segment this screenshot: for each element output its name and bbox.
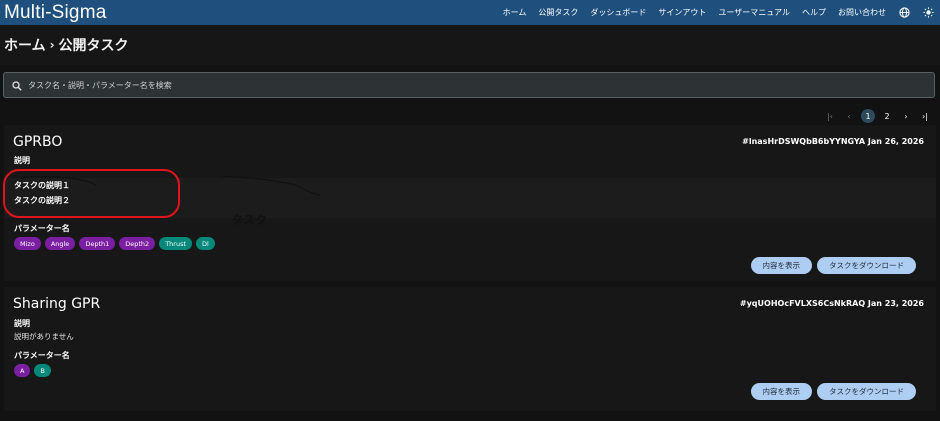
task-date: Jan 26, 2026 — [867, 137, 924, 146]
description-label: 説明 — [14, 319, 30, 328]
search-input[interactable] — [28, 80, 908, 90]
description-line: タスクの説明２ — [14, 196, 70, 205]
task-meta: #lnasHrDSWQbB6bYYNGYA Jan 26, 2026 — [742, 137, 924, 146]
parameter-chip: Depth1 — [79, 237, 116, 250]
app-logo[interactable]: Multi-Sigma — [0, 2, 107, 24]
task-date: Jan 23, 2026 — [867, 299, 924, 308]
parameter-chip: Angle — [44, 237, 76, 250]
task-title[interactable]: GPRBO — [13, 134, 62, 150]
nav-sign-out[interactable]: サインアウト — [658, 7, 706, 18]
chevron-right-icon: › — [49, 38, 55, 52]
task-id: #yqUOHOcFVLXS6CsNkRAQ — [739, 299, 866, 308]
parameter-chip: B — [34, 364, 51, 377]
task-actions: 内容を表示 タスクをダウンロード — [746, 383, 916, 400]
top-navbar: Multi-Sigma ホーム 公開タスク ダッシュボード サインアウト ユーザ… — [0, 0, 940, 25]
parameter-chip: A — [14, 364, 31, 377]
search-icon — [12, 76, 22, 95]
breadcrumb-home[interactable]: ホーム — [4, 35, 46, 55]
page-2-button[interactable]: 2 — [880, 109, 894, 123]
parameter-chip: Depth2 — [119, 237, 156, 250]
main-nav: ホーム 公開タスク ダッシュボード サインアウト ユーザーマニュアル ヘルプ お… — [491, 0, 940, 25]
task-card: Sharing GPR #yqUOHOcFVLXS6CsNkRAQ Jan 23… — [4, 287, 936, 411]
page-header: ホーム › 公開タスク — [0, 25, 940, 65]
task-actions: 内容を表示 タスクをダウンロード — [746, 257, 916, 274]
nav-home[interactable]: ホーム — [503, 7, 527, 18]
sun-icon[interactable] — [922, 7, 934, 19]
globe-icon[interactable] — [898, 7, 910, 19]
search-bar[interactable] — [3, 72, 935, 98]
parameter-chips: A B — [14, 364, 55, 377]
next-page-icon[interactable]: › — [899, 109, 913, 123]
parameter-chip: Thrust — [159, 237, 193, 250]
annotation-label: タスク — [231, 213, 268, 227]
task-title[interactable]: Sharing GPR — [13, 296, 100, 312]
first-page-icon[interactable]: |‹ — [823, 109, 837, 123]
nav-dashboard[interactable]: ダッシュボード — [590, 7, 646, 18]
breadcrumb: ホーム › 公開タスク — [4, 35, 129, 55]
task-card: GPRBO #lnasHrDSWQbB6bYYNGYA Jan 26, 2026… — [4, 125, 936, 281]
parameter-chip: Mizo — [14, 237, 41, 250]
last-page-icon[interactable]: ›| — [918, 109, 932, 123]
parameters-label: パラメーター名 — [14, 351, 70, 360]
task-id: #lnasHrDSWQbB6bYYNGYA — [742, 137, 866, 146]
page-1-button[interactable]: 1 — [861, 109, 875, 123]
breadcrumb-current: 公開タスク — [58, 38, 129, 54]
prev-page-icon[interactable]: ‹ — [842, 109, 856, 123]
download-task-button[interactable]: タスクをダウンロード — [817, 383, 916, 400]
download-task-button[interactable]: タスクをダウンロード — [817, 257, 916, 274]
nav-contact[interactable]: お問い合わせ — [838, 7, 886, 18]
description-text: 説明がありません — [14, 332, 74, 341]
view-content-button[interactable]: 内容を表示 — [750, 383, 812, 400]
nav-user-manual[interactable]: ユーザーマニュアル — [718, 7, 790, 18]
parameter-chip: Dl — [196, 237, 215, 250]
nav-public-tasks[interactable]: 公開タスク — [538, 7, 578, 18]
description-label: 説明 — [14, 156, 30, 165]
description-box: タスクの説明１ タスクの説明２ — [4, 178, 936, 218]
view-content-button[interactable]: 内容を表示 — [750, 257, 812, 274]
description-line: タスクの説明１ — [14, 181, 70, 190]
parameters-label: パラメーター名 — [14, 224, 70, 233]
parameter-chips: Mizo Angle Depth1 Depth2 Thrust Dl — [14, 237, 219, 250]
pagination: |‹ ‹ 1 2 › ›| — [818, 109, 932, 123]
nav-help[interactable]: ヘルプ — [802, 7, 826, 18]
task-meta: #yqUOHOcFVLXS6CsNkRAQ Jan 23, 2026 — [740, 299, 924, 308]
